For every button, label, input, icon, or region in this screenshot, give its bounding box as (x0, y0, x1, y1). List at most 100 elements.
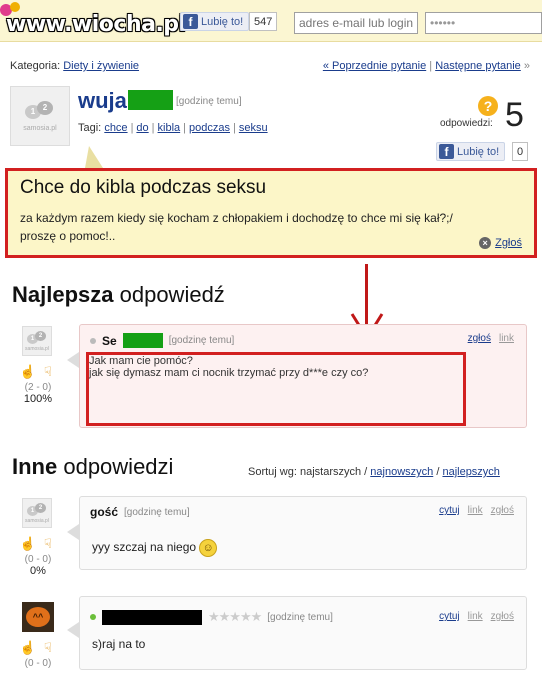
top-bar: www.wiocha.pl f Lubię to! 547 (0, 0, 542, 42)
category-link[interactable]: Diety i żywienie (63, 60, 139, 72)
best-answer-line1: Jak mam cie pomóc? (89, 355, 193, 367)
tag-link[interactable]: chce (104, 122, 127, 134)
question-time: [godzinę temu] (176, 96, 242, 107)
next-arrow-icon: » (523, 60, 530, 72)
thumbs-down-icon[interactable]: ☟ (40, 536, 56, 552)
online-status-dot (90, 614, 96, 620)
best-answer-votes: ☝ ☟ (2 - 0) 100% (13, 364, 63, 405)
answer-username[interactable]: Se (102, 334, 117, 348)
asker-avatar[interactable]: 12 samosia.pl (10, 86, 70, 146)
previous-question-link[interactable]: « Poprzednie pytanie (323, 60, 426, 72)
report-label: Zgłoś (495, 237, 522, 249)
question-like-count: 0 (512, 142, 529, 161)
tag-link[interactable]: seksu (239, 122, 268, 134)
email-login-input[interactable] (294, 12, 418, 34)
vote-count: (2 - 0) (24, 382, 52, 393)
answer-avatar[interactable]: 12 samosia.pl (22, 498, 52, 528)
best-answer-heading: Najlepsza odpowiedź (12, 282, 225, 307)
speech-bubbles-icon: 12 (25, 100, 55, 123)
question-box: Chce do kibla podczas seksu za każdym ra… (5, 168, 537, 258)
question-like-button[interactable]: f Lubię to! (436, 142, 506, 161)
vote-count: (0 - 0) (24, 554, 52, 565)
answers-count: 5 (505, 96, 524, 134)
question-tags: Tagi: chce | do | kibla | podczas | seksu (78, 122, 268, 134)
category-label: Kategoria: (10, 60, 61, 72)
tag-link[interactable]: kibla (158, 122, 181, 134)
nav-separator: | (429, 60, 433, 72)
answer-header: Se [godzinę temu] (90, 333, 234, 348)
answer-bubble-tip (67, 352, 79, 368)
pumpkin-avatar[interactable]: ^^ (22, 602, 54, 632)
censor-block (128, 90, 173, 110)
sort-label: Sortuj wg: najstarszych / (248, 466, 368, 478)
logo-ball-yellow (10, 2, 20, 12)
answer-card: gość [godzinę temu] cytuj link zgłoś yyy… (79, 496, 527, 570)
answer-time: [godzinę temu] (124, 506, 190, 518)
password-input[interactable] (425, 12, 542, 34)
permalink[interactable]: link (468, 505, 483, 516)
avatar-brand: samosia.pl (25, 517, 49, 524)
answer-time: [godzinę temu] (168, 335, 235, 346)
permalink[interactable]: link (499, 333, 514, 344)
tag-link[interactable]: do (136, 122, 148, 134)
quote-link[interactable]: cytuj (439, 505, 460, 516)
question-body: za każdym razem kiedy się kocham z chłop… (20, 211, 453, 243)
thumbs-down-icon[interactable]: ☟ (40, 640, 56, 656)
answer-votes: ☝ ☟ (0 - 0) (13, 640, 63, 669)
jack-o-lantern-icon: ^^ (26, 607, 50, 627)
report-question-button[interactable]: × Zgłoś (479, 237, 522, 249)
tags-label: Tagi: (78, 122, 102, 134)
smiley-icon: ☺ (199, 539, 218, 557)
report-link[interactable]: zgłoś (468, 333, 491, 344)
censor-bar (102, 609, 202, 625)
facebook-like-button[interactable]: f Lubię to! (180, 12, 250, 31)
sort-best-link[interactable]: najlepszych (442, 466, 499, 478)
best-answer-avatar[interactable]: 12 samosia.pl (22, 326, 52, 356)
answer-header: ★★★★★ [godzinę temu] (90, 609, 333, 625)
answer-text: s)raj na to (92, 637, 146, 651)
censor-block (122, 333, 163, 348)
question-mark-icon: ? (478, 96, 498, 116)
speech-bubbles-icon: 12 (27, 502, 47, 517)
vote-percent: 100% (23, 393, 53, 405)
answer-username[interactable]: gość (90, 505, 118, 519)
asker-username[interactable]: wuja (78, 88, 127, 114)
logo-text: www.wiocha.pl (6, 12, 186, 37)
thumbs-up-icon[interactable]: ☝ (20, 536, 36, 552)
tag-link[interactable]: podczas (189, 122, 230, 134)
answer-actions: cytuj link zgłoś (439, 611, 514, 622)
answers-label: odpowiedzi: (440, 118, 493, 129)
vote-percent: 0% (30, 565, 46, 577)
answer-actions: zgłoś link (468, 333, 514, 344)
like-label: Lubię to! (457, 145, 500, 158)
best-answer-highlight: Jak mam cie pomóc? jak się dymasz mam ci… (86, 352, 466, 426)
quote-link[interactable]: cytuj (439, 611, 460, 622)
avatar-brand: samosia.pl (23, 124, 57, 132)
answer-time: [godzinę temu] (267, 611, 333, 623)
facebook-icon: f (439, 144, 454, 159)
report-link[interactable]: zgłoś (491, 505, 514, 516)
like-label: Lubię to! (201, 15, 244, 28)
other-answers-heading: Inne odpowiedzi (12, 454, 174, 479)
facebook-icon: f (183, 14, 198, 29)
permalink[interactable]: link (468, 611, 483, 622)
sort-newest-link[interactable]: najnowszych (370, 466, 433, 478)
sort-options: Sortuj wg: najstarszych / najnowszych / … (248, 466, 500, 478)
vote-count: (0 - 0) (24, 658, 52, 669)
question-bubble-tip (85, 146, 103, 168)
report-link[interactable]: zgłoś (491, 611, 514, 622)
like-count: 547 (249, 12, 278, 31)
answer-bubble-tip (67, 524, 79, 540)
answer-card: ★★★★★ [godzinę temu] cytuj link zgłoś s)… (79, 596, 527, 670)
thumbs-up-icon[interactable]: ☝ (20, 364, 36, 380)
answer-header: gość [godzinę temu] (90, 505, 190, 519)
answer-actions: cytuj link zgłoś (439, 505, 514, 516)
category-row: Kategoria: Diety i żywienie « Poprzednie… (10, 60, 530, 72)
question-title: Chce do kibla podczas seksu (20, 177, 267, 198)
thumbs-up-icon[interactable]: ☝ (20, 640, 36, 656)
speech-bubbles-icon: 12 (27, 330, 47, 345)
site-logo[interactable]: www.wiocha.pl (0, 0, 186, 42)
thumbs-down-icon[interactable]: ☟ (40, 364, 56, 380)
answer-votes: ☝ ☟ (0 - 0) 0% (13, 536, 63, 577)
next-question-link[interactable]: Następne pytanie (435, 60, 521, 72)
